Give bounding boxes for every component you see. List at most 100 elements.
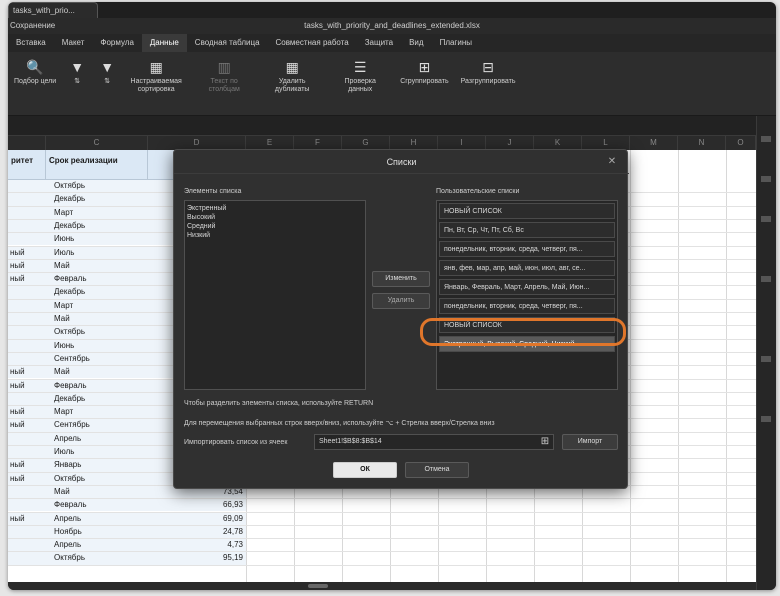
- priority-cell[interactable]: [8, 499, 46, 512]
- panel-control[interactable]: [761, 276, 771, 282]
- column-header[interactable]: M: [630, 136, 678, 150]
- ribbon-button[interactable]: ⊞ Сгруппировать: [400, 58, 448, 86]
- change-button[interactable]: Изменить: [372, 271, 430, 287]
- header-priority[interactable]: ритет: [8, 150, 46, 180]
- priority-cell[interactable]: [8, 432, 46, 445]
- cancel-button[interactable]: Отмена: [405, 462, 469, 478]
- horizontal-scrollbar[interactable]: [8, 582, 756, 590]
- menu-item[interactable]: Защита: [357, 34, 401, 52]
- deadline-cell[interactable]: Март: [46, 206, 148, 219]
- column-header[interactable]: I: [438, 136, 486, 150]
- priority-cell[interactable]: ный: [8, 406, 46, 419]
- menu-item[interactable]: Плагины: [432, 34, 480, 52]
- custom-list-item[interactable]: янв, фев, мар, апр, май, июн, июл, авг, …: [439, 260, 615, 276]
- priority-cell[interactable]: [8, 352, 46, 366]
- priority-cell[interactable]: [8, 446, 46, 459]
- deadline-cell[interactable]: Апрель: [46, 539, 148, 552]
- priority-cell[interactable]: ный: [8, 472, 46, 485]
- column-header[interactable]: H: [390, 136, 438, 150]
- priority-cell[interactable]: [8, 286, 46, 299]
- deadline-cell[interactable]: Октябрь: [46, 326, 148, 339]
- deadline-cell[interactable]: Апрель: [46, 512, 148, 525]
- close-icon[interactable]: ✕: [605, 155, 619, 169]
- deadline-cell[interactable]: Сентябрь: [46, 352, 148, 366]
- priority-cell[interactable]: ный: [8, 379, 46, 392]
- ribbon-button[interactable]: ▦ Настраиваемая сортировка: [128, 58, 184, 94]
- deadline-cell[interactable]: Июль: [46, 446, 148, 459]
- deadline-cell[interactable]: Декабрь: [46, 193, 148, 206]
- custom-list-item[interactable]: Январь, Февраль, Март, Апрель, Май, Июн.…: [439, 279, 615, 295]
- deadline-cell[interactable]: Май: [46, 259, 148, 273]
- deadline-cell[interactable]: Апрель: [46, 432, 148, 445]
- custom-list-item[interactable]: понедельник, вторник, среда, четверг, пя…: [439, 298, 615, 314]
- menu-item[interactable]: Данные: [141, 34, 187, 52]
- priority-cell[interactable]: [8, 219, 46, 233]
- priority-cell[interactable]: ный: [8, 366, 46, 379]
- ribbon-button[interactable]: ⊟ Разгруппировать: [461, 58, 516, 86]
- column-header[interactable]: J: [486, 136, 534, 150]
- ribbon-button[interactable]: ▼ ⇅: [68, 58, 86, 86]
- panel-control[interactable]: [761, 136, 771, 142]
- ribbon-button[interactable]: ☰ Проверка данных: [332, 58, 388, 94]
- ribbon-button[interactable]: ▼ ⇅: [98, 58, 116, 86]
- column-header[interactable]: L: [582, 136, 630, 150]
- custom-list-item[interactable]: Пн, Вт, Ср, Чт, Пт, Сб, Вс: [439, 222, 615, 238]
- deadline-cell[interactable]: Ноябрь: [46, 525, 148, 539]
- priority-cell[interactable]: [8, 392, 46, 406]
- deadline-cell[interactable]: Май: [46, 485, 148, 499]
- value-cell[interactable]: 95,19: [148, 552, 246, 565]
- column-header[interactable]: F: [294, 136, 342, 150]
- value-cell[interactable]: 4,73: [148, 539, 246, 552]
- priority-cell[interactable]: [8, 539, 46, 552]
- menu-item[interactable]: Формула: [92, 34, 142, 52]
- value-cell[interactable]: 69,09: [148, 512, 246, 525]
- deadline-cell[interactable]: Декабрь: [46, 219, 148, 233]
- deadline-cell[interactable]: Декабрь: [46, 392, 148, 406]
- priority-cell[interactable]: ный: [8, 512, 46, 525]
- menu-item[interactable]: Сводная таблица: [187, 34, 268, 52]
- custom-list-item[interactable]: понедельник, вторник, среда, четверг, пя…: [439, 241, 615, 257]
- panel-control[interactable]: [761, 216, 771, 222]
- column-header[interactable]: E: [246, 136, 294, 150]
- column-header[interactable]: G: [342, 136, 390, 150]
- value-cell[interactable]: 24,78: [148, 525, 246, 539]
- deadline-cell[interactable]: Июнь: [46, 233, 148, 246]
- priority-cell[interactable]: ный: [8, 246, 46, 259]
- deadline-cell[interactable]: Июль: [46, 246, 148, 259]
- priority-cell[interactable]: [8, 339, 46, 352]
- priority-cell[interactable]: [8, 299, 46, 312]
- import-range-input[interactable]: Sheet1!$B$8:$B$14: [314, 434, 554, 450]
- priority-cell[interactable]: [8, 206, 46, 219]
- panel-control[interactable]: [761, 416, 771, 422]
- priority-cell[interactable]: [8, 233, 46, 246]
- value-cell[interactable]: 66,93: [148, 499, 246, 512]
- deadline-cell[interactable]: Май: [46, 313, 148, 326]
- column-header[interactable]: D: [148, 136, 246, 150]
- priority-cell[interactable]: [8, 525, 46, 539]
- document-tab[interactable]: tasks_with_prio...: [8, 2, 98, 18]
- custom-list-item[interactable]: НОВЫЙ СПИСОК: [439, 203, 615, 219]
- priority-cell[interactable]: ный: [8, 459, 46, 472]
- column-header[interactable]: C: [46, 136, 148, 150]
- deadline-cell[interactable]: Сентябрь: [46, 419, 148, 432]
- panel-control[interactable]: [761, 356, 771, 362]
- list-items-textarea[interactable]: Экстренный Высокий Средний Низкий: [184, 200, 366, 390]
- deadline-cell[interactable]: Март: [46, 406, 148, 419]
- custom-lists-list[interactable]: НОВЫЙ СПИСОК Пн, Вт, Ср, Чт, Пт, Сб, Вс по…: [436, 200, 618, 390]
- deadline-cell[interactable]: Октябрь: [46, 552, 148, 565]
- ribbon-button[interactable]: 🔍 Подбор цели: [14, 58, 56, 86]
- menu-item[interactable]: Вид: [401, 34, 431, 52]
- delete-button[interactable]: Удалить: [372, 293, 430, 309]
- deadline-cell[interactable]: Октябрь: [46, 472, 148, 485]
- priority-cell[interactable]: [8, 552, 46, 565]
- import-button[interactable]: Импорт: [562, 434, 618, 450]
- column-header[interactable]: O: [726, 136, 756, 150]
- priority-cell[interactable]: ный: [8, 259, 46, 273]
- deadline-cell[interactable]: Март: [46, 299, 148, 312]
- deadline-cell[interactable]: Июнь: [46, 339, 148, 352]
- deadline-cell[interactable]: Октябрь: [46, 180, 148, 193]
- ok-button[interactable]: ОК: [333, 462, 397, 478]
- deadline-cell[interactable]: Декабрь: [46, 286, 148, 299]
- deadline-cell[interactable]: Февраль: [46, 379, 148, 392]
- column-header[interactable]: K: [534, 136, 582, 150]
